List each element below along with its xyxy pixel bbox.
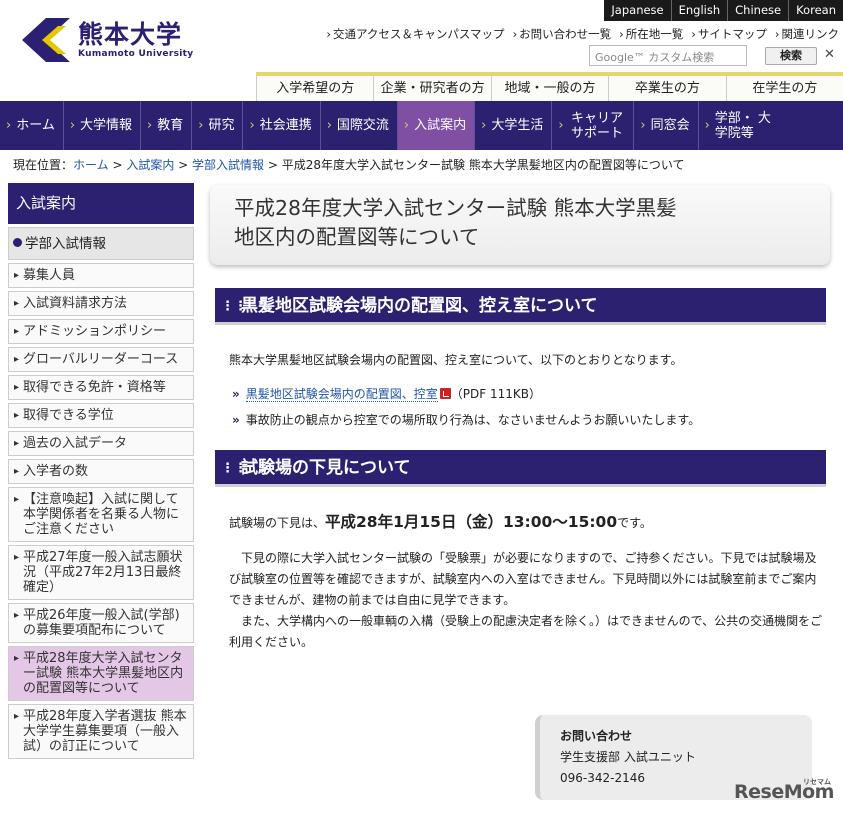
sidebar-item[interactable]: 過去の入試データ (8, 431, 194, 456)
preview-body: 下見の際に大学入試センター試験の「受験票」が必要になりますので、ご持参ください。… (229, 548, 824, 653)
sidebar-item[interactable]: 平成28年度入学者選抜 熊本大学学生募集要項（一般入試）の訂正について (8, 704, 194, 759)
search-input[interactable]: Google™ カスタム検索 (589, 45, 747, 66)
sidebar-item[interactable]: グローバルリーダーコース (8, 347, 194, 372)
breadcrumb: 現在位置：ホーム > 入試案内 > 学部入試情報 > 平成28年度大学入試センタ… (13, 156, 684, 173)
page-title: 平成28年度大学入試センター試験 熊本大学黒髪 地区内の配置図等について (210, 185, 830, 265)
audience-tab-alumni[interactable]: 卒業生の方 (608, 76, 726, 101)
nav-international[interactable]: 国際交流 (321, 101, 398, 150)
pdf-meta: （PDF 111KB） (450, 387, 541, 401)
audience-tab-students[interactable]: 在学生の方 (725, 76, 843, 101)
bullet-pdf: » 黒髪地区試験会場内の配置図、控室 （PDF 111KB） (232, 385, 541, 402)
sidebar-item[interactable]: 取得できる学位 (8, 403, 194, 428)
nav-alumni[interactable]: 同窓会 (634, 101, 699, 150)
nav-admissions[interactable]: 入試案内 (397, 101, 476, 150)
breadcrumb-sep: > (108, 158, 127, 172)
breadcrumb-sep: > (174, 158, 193, 172)
section1-intro: 熊本大学黒髪地区試験会場内の配置図、控え室について、以下のとおりとなります。 (229, 353, 683, 367)
breadcrumb-current: 平成28年度大学入試センター試験 熊本大学黒髪地区内の配置図等について (281, 158, 685, 172)
contact-dept: 学生支援部 入試ユニット (560, 750, 696, 764)
section-heading-layout: 黒髪地区試験会場内の配置図、控え室について (215, 288, 826, 325)
logo-name-ja: 熊本大学 (78, 20, 183, 49)
sidebar-item[interactable]: 平成27年度一般入試志願状況（平成27年2月13日最終確定） (8, 545, 194, 600)
util-link-contact[interactable]: お問い合わせ一覧 (513, 26, 611, 42)
page-title-line2: 地区内の配置図等について (234, 225, 480, 249)
nav-career[interactable]: キャリア サポート (552, 101, 635, 150)
preview-date-line: 試験場の下見は、平成28年1月15日（金）13:00〜15:00です。 (229, 510, 652, 532)
breadcrumb-prefix: 現在位置： (13, 158, 74, 172)
audience-tab-community[interactable]: 地域・一般の方 (490, 76, 609, 101)
utility-nav: 交通アクセス＆キャンパスマップ お問い合わせ一覧 所在地一覧 サイトマップ 関連… (318, 26, 839, 42)
sidebar-section-undergrad[interactable]: 学部入試情報 (8, 227, 194, 260)
lang-korean[interactable]: Korean (788, 0, 843, 21)
lang-chinese[interactable]: Chinese (727, 0, 788, 21)
nav-campus-life[interactable]: 大学生活 (475, 101, 553, 150)
language-bar: Japanese English Chinese Korean (604, 0, 843, 21)
util-link-locations[interactable]: 所在地一覧 (619, 26, 684, 42)
nav-social[interactable]: 社会連携 (243, 101, 321, 150)
date-prefix: 試験場の下見は、 (229, 516, 326, 530)
breadcrumb-undergrad[interactable]: 学部入試情報 (192, 158, 264, 172)
nav-faculties[interactable]: 学部・ 大学院等 (699, 101, 783, 150)
main-nav: ホーム 大学情報 教育 研究 社会連携 国際交流 入試案内 大学生活 キャリア … (0, 101, 843, 150)
nav-education[interactable]: 教育 (141, 101, 193, 150)
breadcrumb-admissions[interactable]: 入試案内 (126, 158, 174, 172)
sidebar-item-current[interactable]: 平成28年度大学入試センター試験 熊本大学黒髪地区内の配置図等について (8, 646, 194, 701)
sidebar-item[interactable]: アドミッションポリシー (8, 319, 194, 344)
layout-pdf-link[interactable]: 黒髪地区試験会場内の配置図、控室 (245, 387, 438, 402)
logo-mark-icon (22, 18, 70, 62)
sidebar-item[interactable]: 取得できる免許・資格等 (8, 375, 194, 400)
audience-tab-business[interactable]: 企業・研究者の方 (373, 76, 491, 101)
nav-research[interactable]: 研究 (192, 101, 244, 150)
contact-heading: お問い合わせ (560, 729, 633, 743)
breadcrumb-sep: > (264, 158, 282, 172)
search-button[interactable]: 検索 (765, 47, 817, 65)
section-heading-preview: 試験場の下見について (215, 450, 826, 487)
audience-tabs: 入学希望の方 企業・研究者の方 地域・一般の方 卒業生の方 在学生の方 (256, 72, 843, 101)
sidebar: 入試案内 学部入試情報 募集人員 入試資料請求方法 アドミッションポリシー グロ… (8, 183, 194, 759)
audience-tab-applicants[interactable]: 入学希望の方 (256, 76, 374, 101)
double-chevron-icon: » (232, 413, 240, 427)
sidebar-item[interactable]: 募集人員 (8, 263, 194, 288)
date-suffix: です。 (617, 516, 652, 530)
university-logo[interactable]: 熊本大学 Kumamoto University (22, 18, 193, 62)
breadcrumb-home[interactable]: ホーム (73, 158, 109, 172)
sidebar-item[interactable]: 【注意喚起】入試に関して本学関係者を名乗る人物にご注意ください (8, 487, 194, 542)
bullet-notice: » 事故防止の観点から控室での場所取り行為は、なさいませんようお願いいたします。 (232, 411, 700, 428)
nav-home[interactable]: ホーム (0, 101, 64, 150)
preview-date: 平成28年1月15日（金）13:00〜15:00 (325, 513, 618, 531)
sidebar-heading: 入試案内 (8, 183, 194, 224)
sidebar-item[interactable]: 平成26年度一般入試(学部)の募集要項配布について (8, 603, 194, 643)
logo-name-en: Kumamoto University (78, 49, 194, 59)
logo-text: 熊本大学 Kumamoto University (78, 20, 194, 60)
page: Japanese English Chinese Korean 熊本大学 Kum… (0, 0, 843, 815)
preview-para1: 下見の際に大学入試センター試験の「受験票」が必要になりますので、ご持参ください。… (229, 551, 817, 607)
page-title-line1: 平成28年度大学入試センター試験 熊本大学黒髪 (234, 196, 677, 220)
pdf-icon (439, 388, 451, 399)
lang-english[interactable]: English (670, 0, 728, 21)
util-link-related[interactable]: 関連リンク (775, 26, 840, 42)
util-link-access[interactable]: 交通アクセス＆キャンパスマップ (326, 26, 505, 42)
util-link-sitemap[interactable]: サイトマップ (691, 26, 767, 42)
close-icon[interactable]: ✕ (824, 47, 835, 62)
lang-japanese[interactable]: Japanese (604, 0, 670, 21)
double-chevron-icon: » (232, 387, 240, 401)
sidebar-item[interactable]: 入試資料請求方法 (8, 291, 194, 316)
nav-university-info[interactable]: 大学情報 (64, 101, 142, 150)
sidebar-item[interactable]: 入学者の数 (8, 459, 194, 484)
resemom-watermark: ReseMom リセマム (734, 778, 834, 803)
preview-para2: また、大学構内への一般車輌の入構（受験上の配慮決定者を除く。）はできませんので、… (229, 614, 823, 649)
watermark-small: リセマム (802, 778, 831, 786)
notice-text: 事故防止の観点から控室での場所取り行為は、なさいませんようお願いいたします。 (245, 413, 701, 427)
